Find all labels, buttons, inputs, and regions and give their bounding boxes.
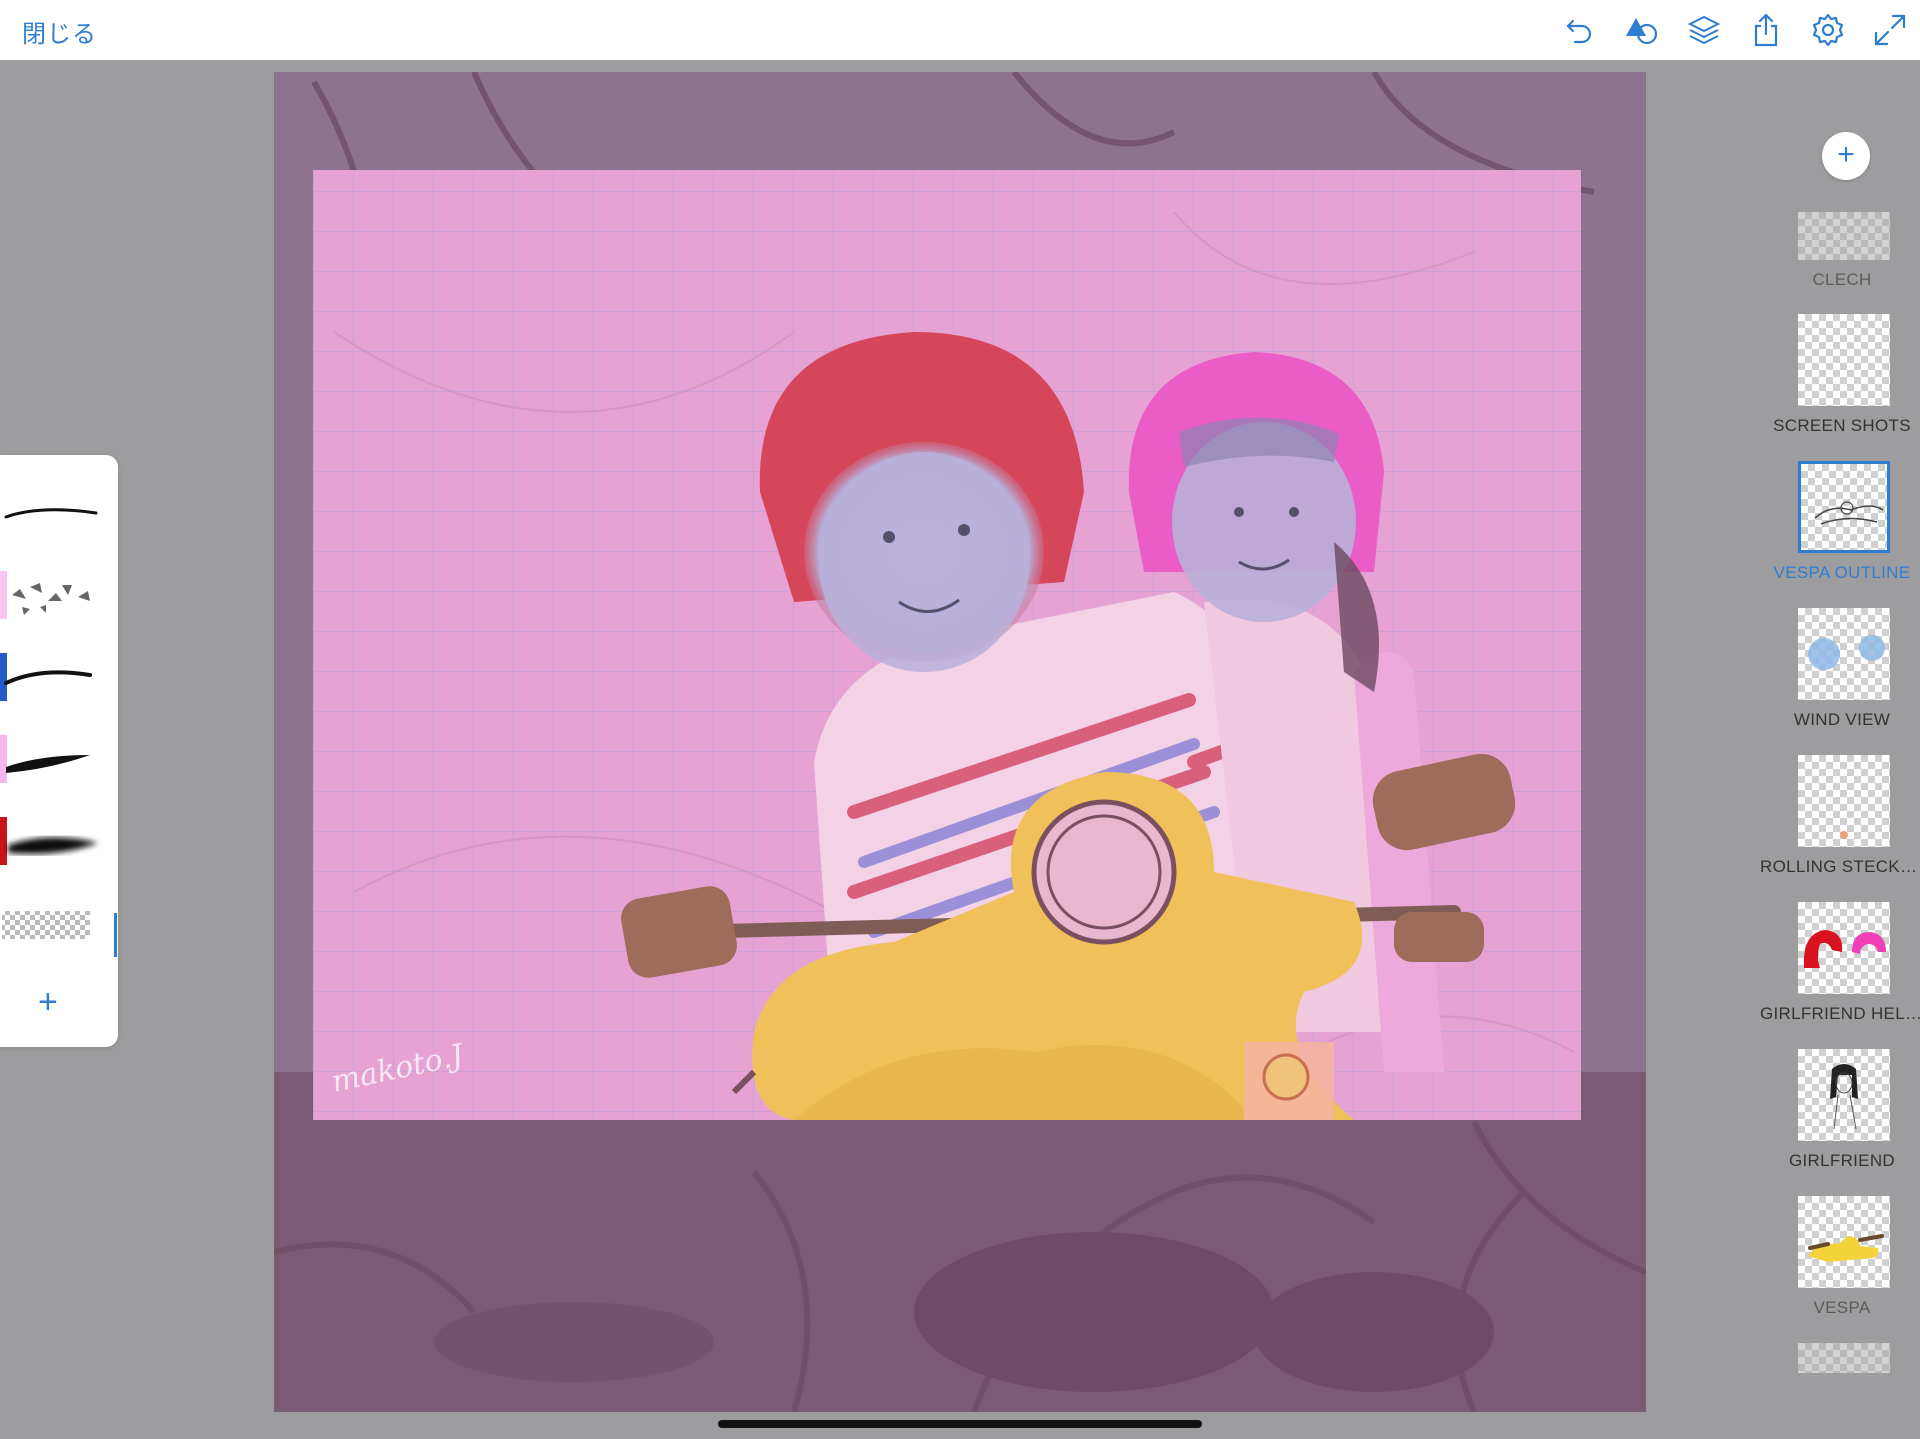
layer-label: ROLLING STECKER	[1760, 857, 1920, 876]
layer-screen-shots[interactable]: SCREEN SHOTS	[1760, 314, 1920, 454]
layer-rolling-stecker[interactable]: ROLLING STECKER	[1760, 755, 1920, 895]
add-layer-button[interactable]: +	[1822, 132, 1870, 180]
layers-panel: + CLECH SCREEN SHOTS VESPA OUTLINE WIND …	[1760, 60, 1920, 1439]
layer-vespa[interactable]: VESPA	[1760, 1196, 1920, 1336]
shape-icon[interactable]	[1624, 12, 1660, 48]
layer-girlfriend[interactable]: GIRLFRIEND	[1760, 1049, 1920, 1189]
close-button[interactable]: 閉じる	[22, 14, 97, 49]
layer-thumbnail	[1798, 1049, 1890, 1141]
layer-thumbnail	[1798, 461, 1890, 553]
brush-soft[interactable]	[0, 803, 118, 873]
top-toolbar: 閉じる	[0, 0, 1920, 60]
undo-icon[interactable]	[1562, 12, 1598, 48]
layer-label: VESPA	[1813, 1298, 1871, 1317]
layer-vespa-outline[interactable]: VESPA OUTLINE	[1760, 461, 1920, 601]
home-indicator[interactable]	[718, 1420, 1202, 1428]
fullscreen-icon[interactable]	[1872, 12, 1908, 48]
layer-girlfriend-helmet[interactable]: GIRLFRIEND HELMET	[1760, 902, 1920, 1042]
layer-thumbnail	[1798, 314, 1890, 406]
layer-thumbnail	[1798, 608, 1890, 700]
layers-icon[interactable]	[1686, 12, 1722, 48]
brush-stroke-preview	[2, 911, 90, 939]
layer-label: WIND VIEW	[1793, 710, 1891, 729]
layer-thumbnail	[1798, 902, 1890, 994]
layer-label: GIRLFRIEND	[1789, 1151, 1895, 1170]
layer-label: SCREEN SHOTS	[1773, 416, 1911, 435]
layer-label: CLECH	[1812, 270, 1872, 289]
brush-panel: +	[0, 455, 118, 1047]
brush-stroke-preview	[8, 837, 98, 854]
brush-scatter[interactable]	[0, 557, 118, 627]
canvas-artwork: makoto.J	[274, 72, 1646, 1412]
layer-label: GIRLFRIEND HELMET	[1760, 1004, 1920, 1023]
layer-thumbnail	[1798, 1196, 1890, 1288]
brush-stroke-preview	[4, 670, 92, 685]
brush-stroke-preview	[6, 755, 90, 773]
layer-thumbnail	[1798, 1343, 1890, 1373]
share-icon[interactable]	[1748, 12, 1784, 48]
layer-label: VESPA OUTLINE	[1773, 563, 1911, 582]
layer-thumbnail	[1798, 755, 1890, 847]
drawing-canvas[interactable]: makoto.J	[274, 72, 1646, 1412]
brush-stroke-preview	[4, 508, 98, 519]
brush-ink[interactable]	[0, 639, 118, 709]
layer-wind-view[interactable]: WIND VIEW	[1760, 608, 1920, 748]
brush-stroke-preview	[12, 583, 90, 615]
brush-selection-indicator	[114, 913, 117, 957]
add-brush-button[interactable]: +	[38, 985, 58, 1019]
layer-partial[interactable]	[1760, 1343, 1920, 1383]
settings-icon[interactable]	[1810, 12, 1846, 48]
layer-thumbnail	[1798, 212, 1890, 260]
brush-pen[interactable]	[0, 475, 118, 545]
brush-eraser[interactable]	[0, 885, 118, 955]
brush-taper[interactable]	[0, 721, 118, 791]
